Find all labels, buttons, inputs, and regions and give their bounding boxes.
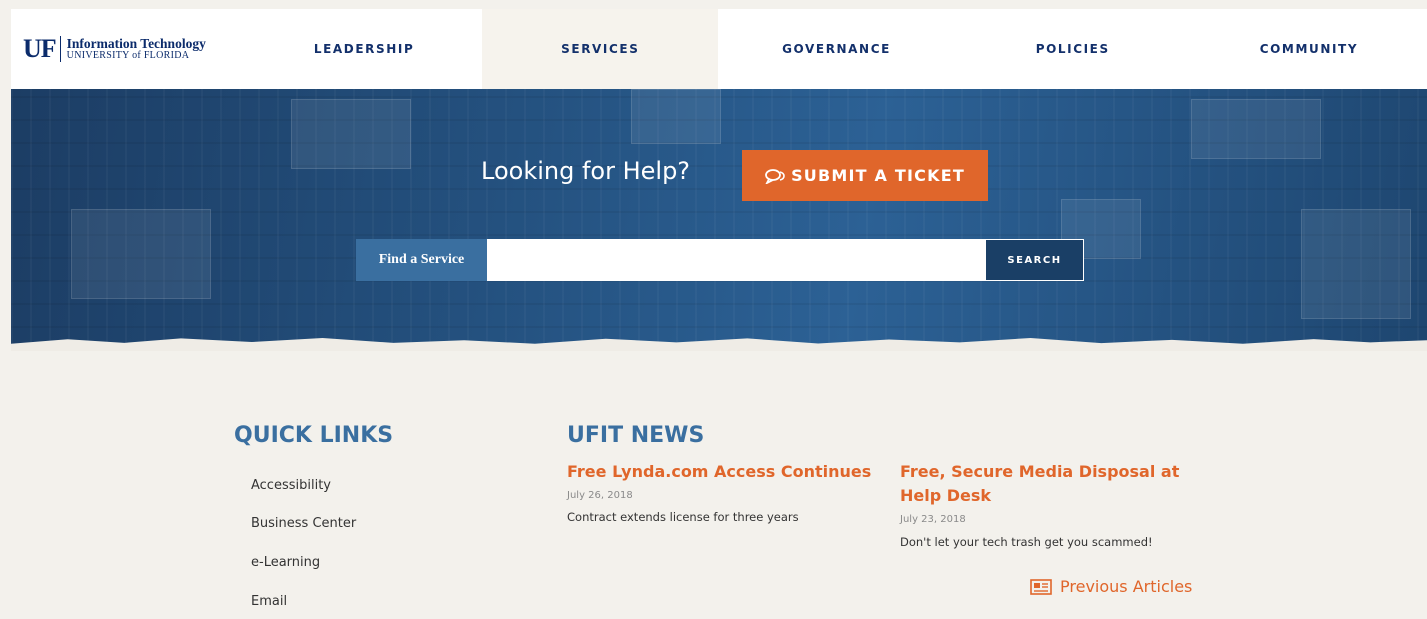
quick-links-heading: QUICK LINKS — [234, 423, 394, 448]
submit-ticket-button[interactable]: SUBMIT A TICKET — [742, 150, 988, 201]
newspaper-icon — [1030, 578, 1052, 595]
news-article-title-continued[interactable]: Help Desk — [900, 485, 991, 507]
nav-policies[interactable]: POLICIES — [955, 9, 1191, 89]
news-article-title[interactable]: Free Lynda.com Access Continues — [567, 461, 871, 483]
logo-text: Information Technology UNIVERSITY of FLO… — [66, 35, 206, 62]
circuit-decoration — [1301, 209, 1411, 319]
nav-leadership[interactable]: LEADERSHIP — [246, 9, 482, 89]
quick-link-email[interactable]: Email — [251, 594, 287, 609]
ufit-news-heading: UFIT NEWS — [567, 423, 705, 448]
nav-governance[interactable]: GOVERNANCE — [718, 9, 954, 89]
site-header: UF Information Technology UNIVERSITY of … — [11, 9, 1427, 89]
hero-banner: Looking for Help? SUBMIT A TICKET Find a… — [11, 89, 1427, 351]
news-article-summary: Don't let your tech trash get you scamme… — [900, 535, 1153, 549]
submit-ticket-label: SUBMIT A TICKET — [791, 166, 965, 185]
logo-divider — [59, 36, 61, 62]
news-article-summary: Contract extends license for three years — [567, 510, 799, 524]
nav-community[interactable]: COMMUNITY — [1191, 9, 1427, 89]
find-service-label: Find a Service — [356, 239, 487, 281]
circuit-decoration — [1191, 99, 1321, 159]
news-article-date: July 26, 2018 — [567, 490, 633, 501]
uf-logo-mark: UF — [23, 34, 57, 63]
main-nav: LEADERSHIP SERVICES GOVERNANCE POLICIES … — [246, 9, 1427, 89]
quick-link-e-learning[interactable]: e-Learning — [251, 555, 320, 570]
service-search-input[interactable] — [487, 239, 985, 281]
news-article-date: July 23, 2018 — [900, 514, 966, 525]
circuit-decoration — [631, 89, 721, 144]
quick-link-business-center[interactable]: Business Center — [251, 516, 356, 531]
news-article-title[interactable]: Free, Secure Media Disposal at — [900, 461, 1179, 483]
uf-it-logo[interactable]: UF Information Technology UNIVERSITY of … — [11, 9, 246, 89]
nav-services[interactable]: SERVICES — [482, 9, 719, 89]
previous-articles-link[interactable]: Previous Articles — [1030, 577, 1192, 596]
help-heading: Looking for Help? — [481, 157, 691, 185]
logo-line2: UNIVERSITY of FLORIDA — [66, 49, 190, 61]
torn-paper-edge — [11, 338, 1427, 351]
previous-articles-label: Previous Articles — [1060, 577, 1193, 596]
logo-line1: Information Technology — [66, 35, 206, 51]
search-button[interactable]: SEARCH — [985, 239, 1084, 281]
circuit-decoration — [71, 209, 211, 299]
quick-link-accessibility[interactable]: Accessibility — [251, 478, 331, 493]
circuit-decoration — [291, 99, 411, 169]
chat-bubbles-icon — [765, 168, 785, 184]
